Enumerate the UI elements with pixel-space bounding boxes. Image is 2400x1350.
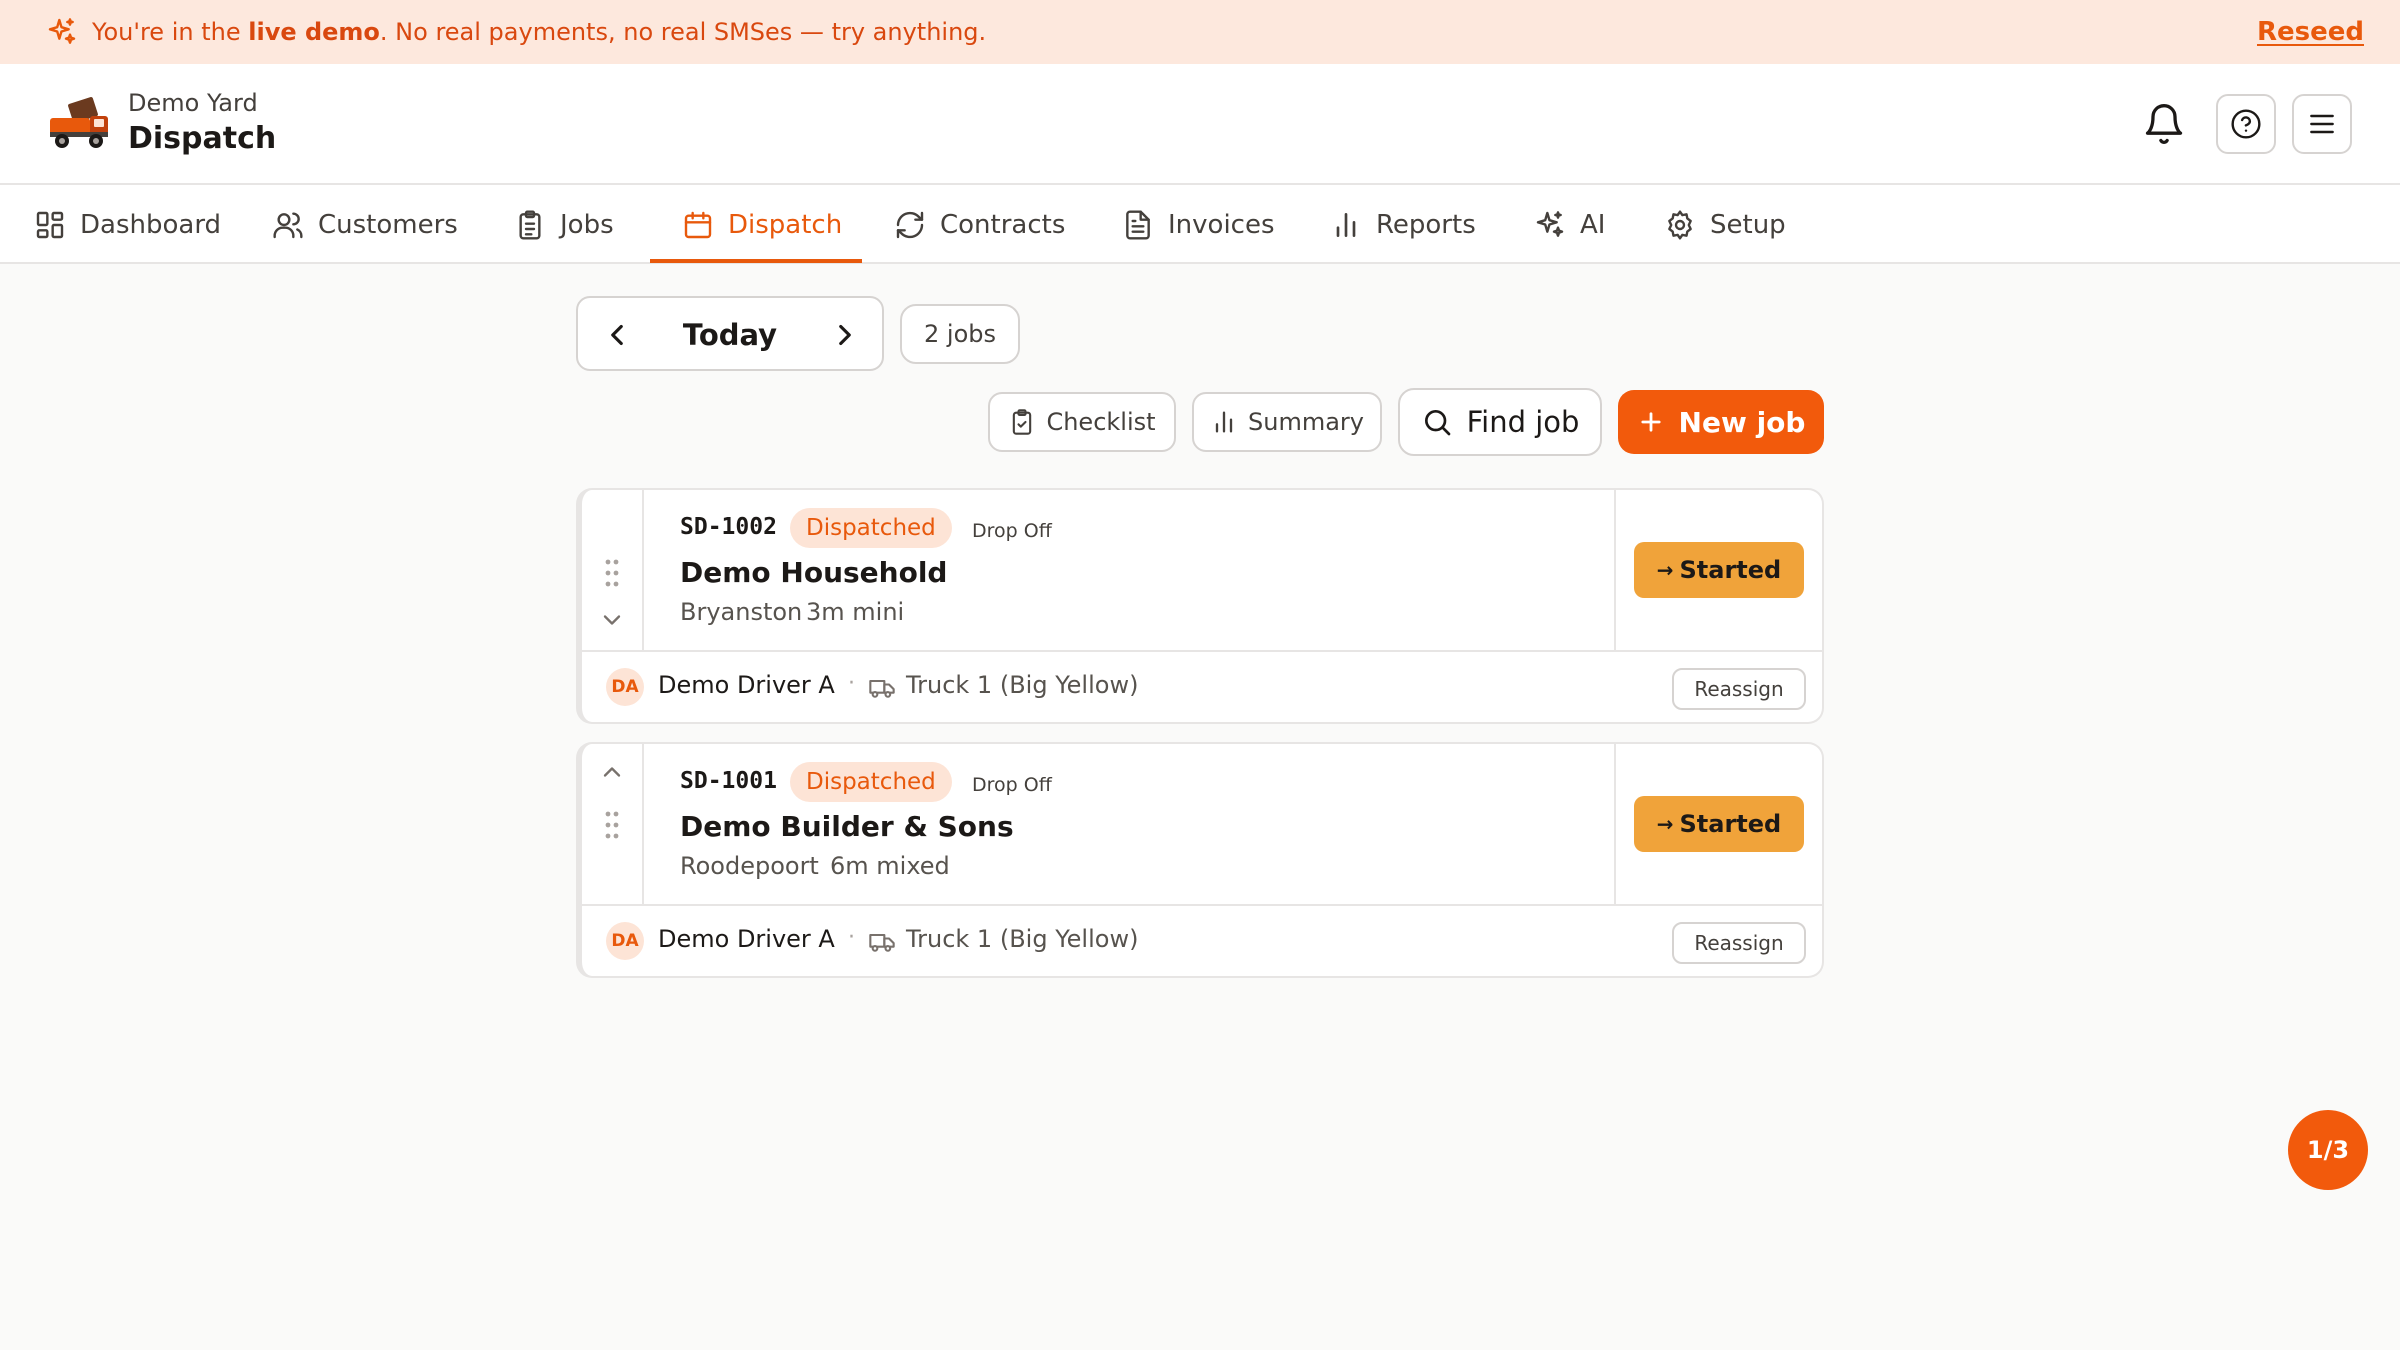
tab-contracts[interactable]: Contracts xyxy=(894,185,1065,264)
chevron-down-icon[interactable] xyxy=(598,606,626,634)
tour-pager-button[interactable]: 1/3 xyxy=(2288,1110,2368,1190)
tab-label: AI xyxy=(1580,209,1606,240)
drag-handle-icon[interactable] xyxy=(604,558,620,588)
job-location: Roodepoort xyxy=(680,852,819,880)
truck-name: Truck 1 (Big Yellow) xyxy=(906,925,1139,953)
job-location: Bryanston xyxy=(680,598,803,626)
chevron-up-icon[interactable] xyxy=(598,758,626,786)
driver-name: Demo Driver A xyxy=(658,671,835,699)
checklist-label: Checklist xyxy=(1046,408,1156,436)
document-icon xyxy=(1126,209,1150,240)
job-id: SD-1001 xyxy=(680,768,777,794)
menu-button[interactable] xyxy=(2292,94,2352,154)
bar-chart-icon xyxy=(1215,411,1233,433)
tab-label: Contracts xyxy=(940,209,1066,240)
summary-label: Summary xyxy=(1248,408,1364,436)
jobs-count-badge: 2 jobs xyxy=(900,304,1020,364)
truck-icon xyxy=(869,679,895,698)
new-job-button[interactable]: New job xyxy=(1618,390,1824,454)
job-card[interactable]: SD-1002 Dispatched Drop Off Demo Househo… xyxy=(576,488,1824,724)
started-label: Started xyxy=(1679,810,1782,838)
started-label: Started xyxy=(1679,556,1782,584)
tab-jobs[interactable]: Jobs xyxy=(514,185,614,264)
job-type: Drop Off xyxy=(972,520,1052,542)
tab-label: Customers xyxy=(318,209,458,240)
truck-icon xyxy=(869,933,895,952)
summary-button[interactable]: Summary xyxy=(1192,392,1382,452)
job-card[interactable]: SD-1001 Dispatched Drop Off Demo Builder… xyxy=(576,742,1824,978)
demo-banner-message: You're in the live demo. No real payment… xyxy=(92,18,987,46)
reassign-button[interactable]: Reassign xyxy=(1672,922,1806,964)
dashboard-icon xyxy=(36,211,64,238)
drag-handle-icon[interactable] xyxy=(604,810,620,840)
page-title: Dispatch xyxy=(128,121,277,156)
find-job-label: Find job xyxy=(1466,405,1580,439)
reseed-link[interactable]: Reseed xyxy=(2257,17,2364,47)
find-job-button[interactable]: Find job xyxy=(1398,388,1602,456)
main-nav: Dashboard Customers Jobs Dispatch Contra… xyxy=(0,185,2400,264)
date-navigator: Today xyxy=(576,296,884,371)
yard-name: Demo Yard xyxy=(128,89,258,117)
mark-started-button[interactable]: → Started xyxy=(1634,542,1804,598)
customer-name: Demo Builder & Sons xyxy=(680,810,1014,843)
clipboard-icon xyxy=(519,209,541,240)
bell-icon[interactable] xyxy=(2142,102,2186,146)
status-badge: Dispatched xyxy=(790,762,952,802)
arrow-right-icon: → xyxy=(1656,812,1674,836)
tab-ai[interactable]: AI xyxy=(1534,185,1605,264)
new-job-label: New job xyxy=(1678,405,1806,439)
chevron-right-icon[interactable] xyxy=(828,318,862,352)
card-divider xyxy=(582,650,1822,652)
truck-name: Truck 1 (Big Yellow) xyxy=(906,671,1139,699)
tab-label: Setup xyxy=(1710,209,1786,240)
tab-setup[interactable]: Setup xyxy=(1664,185,1786,264)
reassign-button[interactable]: Reassign xyxy=(1672,668,1806,710)
app-header: Demo Yard Dispatch xyxy=(0,64,2400,185)
sparkles-icon xyxy=(1536,210,1564,237)
job-type: Drop Off xyxy=(972,774,1052,796)
clipboard-check-icon xyxy=(1013,409,1032,435)
hamburger-icon xyxy=(2310,114,2334,134)
active-tab-indicator xyxy=(650,259,862,263)
checklist-button[interactable]: Checklist xyxy=(988,392,1176,452)
tab-label: Dispatch xyxy=(728,209,843,240)
tab-reports[interactable]: Reports xyxy=(1330,185,1476,264)
truck-logo-icon xyxy=(50,96,108,148)
sparkles-icon xyxy=(48,18,76,44)
demo-banner: You're in the live demo. No real payment… xyxy=(0,0,2400,64)
users-icon xyxy=(273,211,303,238)
card-divider xyxy=(582,904,1822,906)
avatar: DA xyxy=(606,668,644,706)
tab-dashboard[interactable]: Dashboard xyxy=(34,185,221,264)
skip-size: 6m mixed xyxy=(830,852,950,880)
help-icon xyxy=(2231,109,2261,139)
bar-chart-icon xyxy=(1336,212,1356,237)
skip-size: 3m mini xyxy=(806,598,905,626)
avatar: DA xyxy=(606,922,644,960)
tab-invoices[interactable]: Invoices xyxy=(1122,185,1275,264)
driver-name: Demo Driver A xyxy=(658,925,835,953)
tab-dispatch[interactable]: Dispatch xyxy=(682,185,842,264)
mark-started-button[interactable]: → Started xyxy=(1634,796,1804,852)
refresh-icon xyxy=(896,211,924,238)
plus-icon xyxy=(1640,412,1661,432)
tab-label: Reports xyxy=(1376,209,1476,240)
job-id: SD-1002 xyxy=(680,514,777,540)
separator-dot: · xyxy=(848,671,855,696)
gear-icon xyxy=(1668,209,1692,240)
arrow-right-icon: → xyxy=(1656,558,1674,582)
status-badge: Dispatched xyxy=(790,508,952,548)
tab-label: Jobs xyxy=(560,209,614,240)
separator-dot: · xyxy=(848,925,855,950)
tab-label: Dashboard xyxy=(80,209,222,240)
customer-name: Demo Household xyxy=(680,556,948,589)
tab-customers[interactable]: Customers xyxy=(272,185,458,264)
calendar-icon xyxy=(684,211,712,238)
help-button[interactable] xyxy=(2216,94,2276,154)
search-icon xyxy=(1424,410,1450,436)
tab-label: Invoices xyxy=(1168,209,1275,240)
